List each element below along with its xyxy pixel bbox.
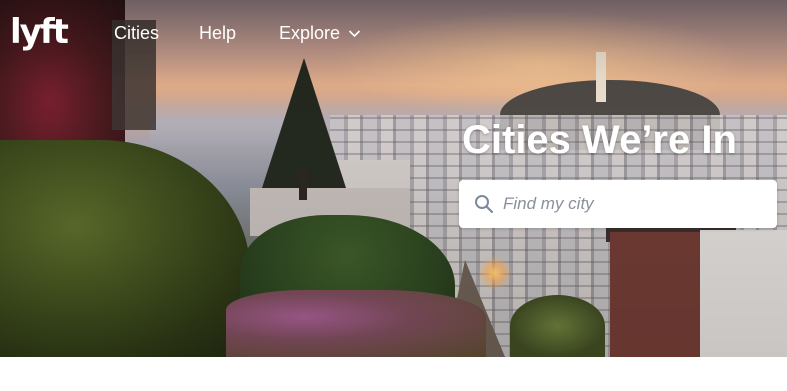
lyft-logo[interactable]: lyft xyxy=(10,12,69,52)
nav-explore-dropdown[interactable]: Explore xyxy=(279,21,361,45)
page-body-start xyxy=(0,357,787,391)
chevron-down-icon xyxy=(348,29,361,37)
hero-overlay xyxy=(0,0,787,357)
nav-cities-link[interactable]: Cities xyxy=(114,21,159,45)
city-search-box[interactable] xyxy=(459,180,777,228)
page-title: Cities We’re In xyxy=(462,118,737,162)
nav-explore-label: Explore xyxy=(279,23,341,43)
search-input[interactable] xyxy=(503,180,763,228)
nav-help-link[interactable]: Help xyxy=(199,21,236,45)
hero-background xyxy=(0,0,787,357)
search-icon xyxy=(475,195,494,214)
